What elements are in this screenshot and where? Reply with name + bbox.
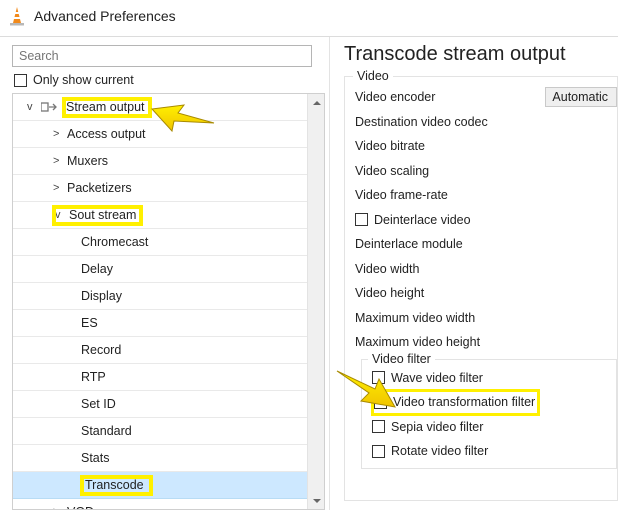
tree-scrollbar[interactable] (307, 94, 324, 509)
field-label-deint-module: Deinterlace module (355, 237, 463, 251)
sepia-filter-checkbox[interactable]: Sepia video filter (372, 415, 616, 440)
group-label-video-filter: Video filter (368, 352, 435, 366)
tree-item-label: VOD (67, 505, 94, 509)
tree-item-stats[interactable]: Stats (13, 445, 307, 472)
tree-item-sout-stream[interactable]: v Sout stream (13, 202, 307, 229)
scroll-up-icon[interactable] (308, 94, 325, 111)
tree-item-label: Muxers (67, 154, 108, 168)
tree-item-access-output[interactable]: > Access output (13, 121, 307, 148)
tree-item-set-id[interactable]: Set ID (13, 391, 307, 418)
filter-label: Wave video filter (391, 371, 483, 385)
wave-filter-checkbox[interactable]: Wave video filter (372, 366, 616, 391)
checkbox-icon (372, 420, 385, 433)
tree-item-label: Record (81, 343, 121, 357)
tree-item-standard[interactable]: Standard (13, 418, 307, 445)
caret-right-icon: > (53, 128, 63, 140)
tree-item-vod[interactable]: > VOD (13, 499, 307, 509)
field-label-framerate: Video frame-rate (355, 188, 448, 202)
only-show-current-label: Only show current (33, 73, 134, 87)
caret-right-icon: > (53, 506, 63, 509)
tree-item-muxers[interactable]: > Muxers (13, 148, 307, 175)
field-label-dest-codec: Destination video codec (355, 115, 488, 129)
caret-down-icon: v (55, 209, 65, 221)
tree-item-label: Sout stream (69, 208, 136, 222)
tree-item-label: RTP (81, 370, 106, 384)
tree-item-label: Access output (67, 127, 146, 141)
caret-right-icon: > (53, 155, 63, 167)
page-title: Transcode stream output (344, 43, 618, 66)
window-title: Advanced Preferences (34, 8, 176, 24)
field-label-max-height: Maximum video height (355, 335, 480, 349)
tree-item-display[interactable]: Display (13, 283, 307, 310)
video-encoder-select[interactable]: Automatic (545, 87, 617, 107)
field-label-video-encoder: Video encoder (355, 90, 539, 104)
tree-item-label: Delay (81, 262, 113, 276)
field-label-bitrate: Video bitrate (355, 139, 425, 153)
field-label-scaling: Video scaling (355, 164, 429, 178)
tree-item-label: Chromecast (81, 235, 148, 249)
tree-item-es[interactable]: ES (13, 310, 307, 337)
video-transformation-filter-checkbox[interactable]: Video transformation filter (372, 390, 539, 415)
tree-item-label: Display (81, 289, 122, 303)
filter-label: Video transformation filter (393, 395, 535, 409)
filter-label: Rotate video filter (391, 444, 488, 458)
vlc-cone-icon (8, 6, 26, 26)
group-label-video: Video (353, 69, 393, 83)
share-icon (41, 99, 57, 115)
checkbox-icon (372, 371, 385, 384)
tree-item-rtp[interactable]: RTP (13, 364, 307, 391)
tree-item-stream-output[interactable]: v Stream output (13, 94, 307, 121)
tree-item-label: Stream output (63, 98, 151, 117)
only-show-current-checkbox[interactable]: Only show current (14, 73, 325, 87)
filter-label: Sepia video filter (391, 420, 483, 434)
tree-item-label: Standard (81, 424, 132, 438)
checkbox-checked-icon (374, 396, 387, 409)
tree-item-label: Set ID (81, 397, 116, 411)
deinterlace-checkbox[interactable]: Deinterlace video (355, 208, 617, 233)
caret-right-icon: > (53, 182, 63, 194)
field-label-height: Video height (355, 286, 424, 300)
field-label-width: Video width (355, 262, 419, 276)
tree-item-label: Transcode (85, 478, 144, 492)
search-input[interactable] (12, 45, 312, 67)
tree-item-label: ES (81, 316, 98, 330)
tree-item-chromecast[interactable]: Chromecast (13, 229, 307, 256)
field-label-deinterlace: Deinterlace video (374, 213, 471, 227)
rotate-filter-checkbox[interactable]: Rotate video filter (372, 439, 616, 464)
tree-item-record[interactable]: Record (13, 337, 307, 364)
checkbox-icon (14, 74, 27, 87)
tree-item-label: Stats (81, 451, 110, 465)
preferences-tree[interactable]: v Stream output > Access output > M (13, 94, 324, 509)
caret-down-icon: v (27, 101, 37, 113)
checkbox-icon (355, 213, 368, 226)
tree-item-label: Packetizers (67, 181, 132, 195)
tree-item-packetizers[interactable]: > Packetizers (13, 175, 307, 202)
field-label-max-width: Maximum video width (355, 311, 475, 325)
tree-item-transcode[interactable]: Transcode (13, 472, 307, 499)
tree-item-delay[interactable]: Delay (13, 256, 307, 283)
scroll-down-icon[interactable] (308, 492, 325, 509)
checkbox-icon (372, 445, 385, 458)
